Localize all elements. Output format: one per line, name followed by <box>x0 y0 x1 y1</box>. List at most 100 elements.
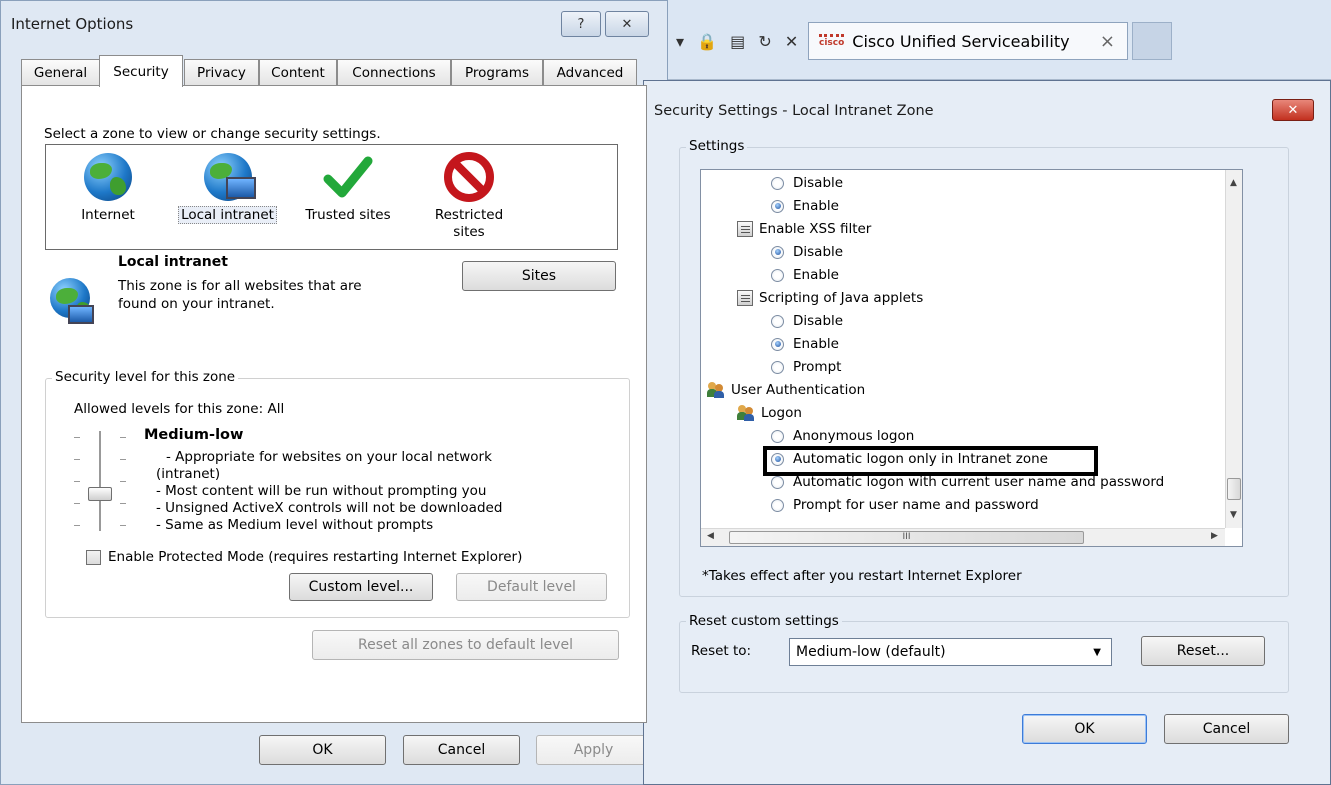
radio-button[interactable] <box>771 268 784 282</box>
selected-zone-name: Local intranet <box>118 254 228 270</box>
ok-button[interactable]: OK <box>1022 714 1147 744</box>
zone-trusted-sites[interactable]: Trusted sites <box>294 151 402 223</box>
item-label: Anonymous logon <box>793 428 915 444</box>
list-item[interactable]: Enable <box>771 267 839 283</box>
zone-internet[interactable]: Internet <box>68 151 148 223</box>
protected-mode-label: Enable Protected Mode (requires restarti… <box>108 549 523 565</box>
cancel-button[interactable]: Cancel <box>1164 714 1289 744</box>
selected-zone-description-2: found on your intranet. <box>118 296 275 312</box>
tab-connections[interactable]: Connections <box>337 59 451 86</box>
slider-ticks-left <box>74 437 80 438</box>
list-item[interactable]: Prompt for user name and password <box>771 497 1039 513</box>
category-item: User Authentication <box>707 382 865 398</box>
slider-thumb[interactable] <box>88 487 112 501</box>
browser-tab-cisco[interactable]: cisco Cisco Unified Serviceability × <box>808 22 1128 60</box>
item-label: Enable <box>793 267 839 283</box>
horizontal-scrollbar[interactable]: ◀ III ▶ <box>701 528 1225 546</box>
radio-button[interactable] <box>771 337 784 351</box>
radio-button[interactable] <box>771 199 784 213</box>
item-label: Enable XSS filter <box>759 221 872 237</box>
cancel-button[interactable]: Cancel <box>403 735 520 765</box>
horizontal-scroll-thumb[interactable]: III <box>729 531 1084 544</box>
tab-programs[interactable]: Programs <box>451 59 543 86</box>
security-level-slider[interactable] <box>66 427 136 537</box>
sites-button[interactable]: Sites <box>462 261 616 291</box>
zone-prompt: Select a zone to view or change security… <box>44 126 381 142</box>
item-label: User Authentication <box>731 382 866 398</box>
tab-privacy[interactable]: Privacy <box>184 59 259 86</box>
zone-label: Restricted sites <box>434 207 504 240</box>
tab-title: Cisco Unified Serviceability <box>852 31 1070 51</box>
list-item[interactable]: Disable <box>771 175 843 191</box>
list-item[interactable]: Prompt <box>771 359 841 375</box>
item-label: Prompt <box>793 359 842 375</box>
vertical-scroll-thumb[interactable] <box>1227 478 1241 500</box>
setting-group-item: Scripting of Java applets <box>737 290 923 306</box>
item-label: Disable <box>793 175 844 191</box>
toolbar-icons[interactable]: ▾ 🔒 ▤ ↻ ✕ <box>676 32 802 51</box>
tab-content[interactable]: Content <box>259 59 337 86</box>
security-tab-panel: Select a zone to view or change security… <box>21 85 647 723</box>
cisco-logo-icon: cisco <box>819 34 845 48</box>
scroll-up-icon[interactable]: ▲ <box>1230 178 1237 188</box>
settings-list[interactable]: Disable Enable Enable XSS filter Disable… <box>700 169 1243 547</box>
intranet-globe-icon <box>48 276 100 328</box>
custom-level-button[interactable]: Custom level... <box>289 573 433 601</box>
window-title: Internet Options <box>11 15 134 33</box>
reset-all-zones-button: Reset all zones to default level <box>312 630 619 660</box>
scroll-right-icon[interactable]: ▶ <box>1211 531 1218 541</box>
list-item[interactable]: Automatic logon with current user name a… <box>771 474 1164 490</box>
radio-button[interactable] <box>771 498 784 512</box>
level-name: Medium-low <box>144 427 244 443</box>
level-bullet: - Unsigned ActiveX controls will not be … <box>156 500 503 516</box>
list-item[interactable]: Enable <box>771 198 839 214</box>
radio-button[interactable] <box>771 429 784 443</box>
help-button[interactable]: ? <box>561 11 601 37</box>
radio-button[interactable] <box>771 475 784 489</box>
radio-button[interactable] <box>771 245 784 259</box>
zone-label: Internet <box>81 207 135 223</box>
close-icon[interactable]: ✕ <box>1272 99 1314 121</box>
reset-to-label: Reset to: <box>691 643 752 659</box>
browser-toolbar: ▾ 🔒 ▤ ↻ ✕ cisco Cisco Unified Serviceabi… <box>668 0 1331 80</box>
slider-track <box>99 431 101 531</box>
item-label: Logon <box>761 405 802 421</box>
settings-legend: Settings <box>686 138 748 154</box>
tab-security[interactable]: Security <box>99 55 183 87</box>
radio-button[interactable] <box>771 176 784 190</box>
reset-to-select[interactable]: Medium-low (default) ▼ <box>789 638 1112 666</box>
zone-restricted-sites[interactable]: Restricted sites <box>424 151 514 241</box>
radio-button[interactable] <box>771 360 784 374</box>
users-icon <box>737 405 755 421</box>
radio-button[interactable] <box>771 314 784 328</box>
list-item[interactable]: Disable <box>771 244 843 260</box>
protected-mode-checkbox[interactable] <box>86 550 101 565</box>
zone-label: Local intranet <box>178 206 277 224</box>
security-level-legend: Security level for this zone <box>52 369 239 385</box>
zone-local-intranet[interactable]: Local intranet <box>170 151 285 224</box>
setting-page-icon <box>737 290 753 306</box>
scroll-down-icon[interactable]: ▼ <box>1230 510 1237 520</box>
reset-button[interactable]: Reset... <box>1141 636 1265 666</box>
apply-button: Apply <box>536 735 651 765</box>
tab-close-icon[interactable]: × <box>1100 31 1115 52</box>
security-settings-dialog: Security Settings - Local Intranet Zone … <box>643 80 1331 785</box>
tab-general[interactable]: General <box>21 59 100 86</box>
vertical-scrollbar[interactable]: ▲ ▼ <box>1225 170 1242 528</box>
item-label: Automatic logon with current user name a… <box>793 474 1165 490</box>
ok-button[interactable]: OK <box>259 735 386 765</box>
list-item[interactable]: Enable <box>771 336 839 352</box>
zone-label: Trusted sites <box>305 207 391 223</box>
intranet-globe-icon <box>202 151 256 203</box>
close-button[interactable]: ✕ <box>605 11 649 37</box>
restricted-icon <box>443 151 495 203</box>
highlight-box <box>763 446 1098 476</box>
scroll-left-icon[interactable]: ◀ <box>707 531 714 541</box>
list-item[interactable]: Anonymous logon <box>771 428 914 444</box>
security-level-group: Security level for this zone Allowed lev… <box>45 369 630 618</box>
new-tab-button[interactable] <box>1132 22 1172 60</box>
item-label: Scripting of Java applets <box>759 290 924 306</box>
list-item[interactable]: Disable <box>771 313 843 329</box>
globe-icon <box>82 151 134 203</box>
tab-advanced[interactable]: Advanced <box>543 59 637 86</box>
